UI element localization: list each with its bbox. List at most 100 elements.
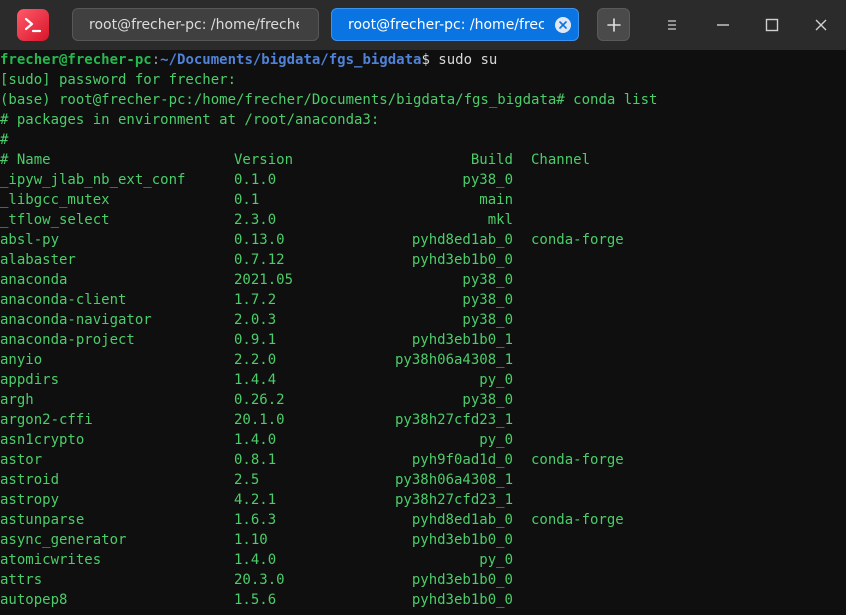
package-version: 4.2.1 (234, 492, 277, 508)
minimize-button[interactable] (711, 12, 735, 38)
package-version: 20.3.0 (234, 572, 285, 588)
terminal-window: root@frecher-pc: /home/frecher/Documents… (0, 0, 846, 615)
package-name: astroid (0, 472, 60, 488)
package-build: py38_0 (462, 172, 513, 188)
package-name: atomicwrites (0, 552, 102, 568)
package-version: 0.9.1 (234, 332, 277, 348)
package-build: py38_0 (462, 292, 513, 308)
package-version: 1.10 (234, 532, 268, 548)
package-name: autopep8 (0, 592, 68, 608)
plus-icon (606, 17, 621, 32)
tab-active[interactable]: root@frecher-pc: /home/frecher/Documents… (331, 8, 579, 41)
package-name: _libgcc_mutex (0, 192, 110, 208)
tab-label: root@frecher-pc: /home/frecher/Documents… (348, 16, 544, 33)
header-row: # Name Version Build Channel (0, 150, 846, 170)
package-row: anaconda-project 0.9.1 pyhd3eb1b0_1 (0, 330, 846, 350)
package-build: pyh9f0ad1d_0 (411, 452, 513, 468)
package-name: astor (0, 452, 43, 468)
package-version: 1.7.2 (234, 292, 277, 308)
package-version: 1.6.3 (234, 512, 277, 528)
close-button[interactable] (809, 12, 833, 38)
package-version: 1.4.0 (234, 552, 277, 568)
package-row: astor 0.8.1 pyh9f0ad1d_0 conda-forge (0, 450, 846, 470)
package-row: atomicwrites 1.4.0 py_0 (0, 550, 846, 570)
tab-close-icon[interactable] (555, 17, 571, 33)
package-version: 2.2.0 (234, 352, 277, 368)
package-version: 0.8.1 (234, 452, 277, 468)
package-row: _tflow_select 2.3.0 mkl (0, 210, 846, 230)
package-build: pyhd3eb1b0_0 (411, 252, 513, 268)
prompt-line: frecher@frecher-pc:~/Documents/bigdata/f… (0, 50, 846, 70)
package-version: 2.5 (234, 472, 260, 488)
package-name: anaconda-project (0, 332, 135, 348)
package-build: py_0 (479, 372, 513, 388)
package-name: appdirs (0, 372, 60, 388)
new-tab-button[interactable] (597, 8, 630, 41)
sudo-line: [sudo] password for frecher: (0, 72, 237, 88)
terminal-output[interactable]: frecher@frecher-pc:~/Documents/bigdata/f… (0, 50, 846, 615)
package-version: 0.1 (234, 192, 260, 208)
hash-line: # (0, 132, 9, 148)
maximize-button[interactable] (760, 12, 784, 38)
prompt-glyph-icon (24, 17, 42, 33)
package-name: anaconda-navigator (0, 312, 152, 328)
prompt-command: $ sudo su (421, 52, 498, 68)
package-row: _libgcc_mutex 0.1 main (0, 190, 846, 210)
package-version: 2021.05 (234, 272, 294, 288)
package-version: 2.0.3 (234, 312, 277, 328)
package-build: py38_0 (462, 272, 513, 288)
package-row: astroid 2.5 py38h06a4308_1 (0, 470, 846, 490)
package-row: anaconda-client 1.7.2 py38_0 (0, 290, 846, 310)
prompt-separator: : (151, 52, 161, 68)
package-row: anyio 2.2.0 py38h06a4308_1 (0, 350, 846, 370)
terminal-app-icon[interactable] (17, 9, 49, 41)
prompt-path: ~/Documents/bigdata/fgs_bigdata (160, 52, 422, 68)
package-channel: conda-forge (531, 512, 624, 528)
package-name: attrs (0, 572, 43, 588)
package-build: pyhd3eb1b0_1 (411, 332, 513, 348)
package-row: anaconda 2021.05 py38_0 (0, 270, 846, 290)
hamburger-menu-icon (668, 20, 676, 30)
package-version: 0.13.0 (234, 232, 285, 248)
package-name: astropy (0, 492, 60, 508)
package-name: absl-py (0, 232, 60, 248)
package-name: anyio (0, 352, 43, 368)
package-build: pyhd3eb1b0_0 (411, 532, 513, 548)
package-build: py38h27cfd23_1 (395, 492, 514, 508)
package-build: py_0 (479, 552, 513, 568)
header-build: Build (470, 152, 513, 168)
package-build: py38_0 (462, 392, 513, 408)
close-icon (815, 19, 827, 31)
package-build: main (479, 192, 513, 208)
package-row: argon2-cffi 20.1.0 py38h27cfd23_1 (0, 410, 846, 430)
prompt-user: frecher@frecher-pc (0, 52, 152, 68)
package-row: anaconda-navigator 2.0.3 py38_0 (0, 310, 846, 330)
header-channel: Channel (531, 152, 591, 168)
title-bar: root@frecher-pc: /home/frecher/Documents… (0, 0, 846, 50)
package-build: pyhd3eb1b0_0 (411, 572, 513, 588)
package-row: astropy 4.2.1 py38h27cfd23_1 (0, 490, 846, 510)
package-row: astunparse 1.6.3 pyhd8ed1ab_0 conda-forge (0, 510, 846, 530)
package-build: mkl (487, 212, 513, 228)
package-row: attrs 20.3.0 pyhd3eb1b0_0 (0, 570, 846, 590)
package-row: _ipyw_jlab_nb_ext_conf 0.1.0 py38_0 (0, 170, 846, 190)
menu-button[interactable] (660, 12, 684, 38)
package-build: py38h06a4308_1 (395, 472, 514, 488)
package-version: 1.4.0 (234, 432, 277, 448)
package-row: argh 0.26.2 py38_0 (0, 390, 846, 410)
package-row: alabaster 0.7.12 pyhd3eb1b0_0 (0, 250, 846, 270)
package-name: _ipyw_jlab_nb_ext_conf (0, 172, 186, 188)
package-build: py38h06a4308_1 (395, 352, 514, 368)
package-name: anaconda-client (0, 292, 127, 308)
package-channel: conda-forge (531, 452, 624, 468)
package-version: 1.5.6 (234, 592, 277, 608)
tab-inactive[interactable]: root@frecher-pc: /home/frecher/Documents… (72, 8, 319, 41)
package-version: 0.26.2 (234, 392, 285, 408)
package-channel: conda-forge (531, 232, 624, 248)
package-build: pyhd8ed1ab_0 (411, 232, 513, 248)
package-version: 2.3.0 (234, 212, 277, 228)
package-name: argon2-cffi (0, 412, 93, 428)
package-version: 0.7.12 (234, 252, 285, 268)
maximize-icon (765, 18, 779, 32)
header-version: Version (234, 152, 294, 168)
